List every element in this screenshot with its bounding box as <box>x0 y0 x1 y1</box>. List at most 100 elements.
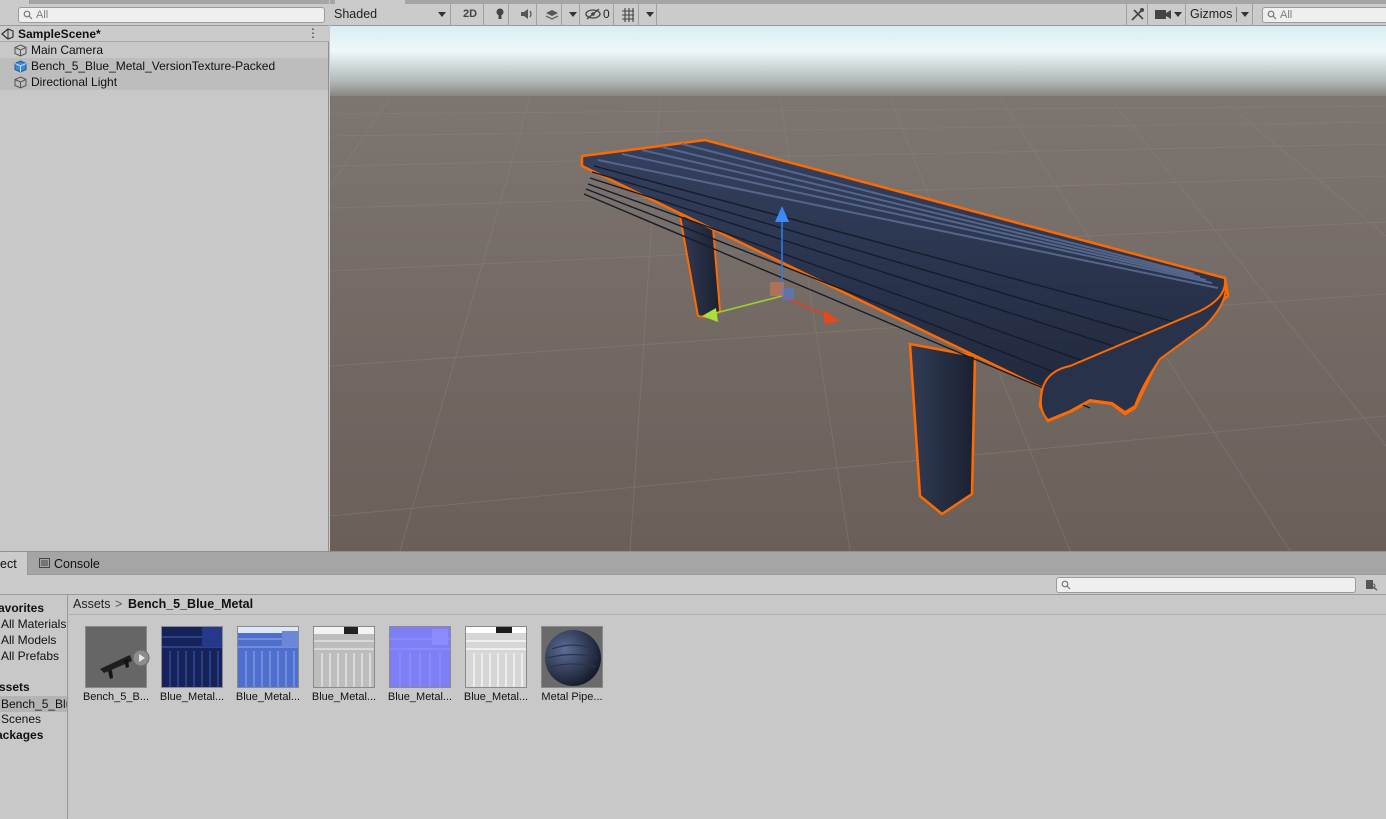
ground-plane <box>330 96 1386 551</box>
asset-tile-texture[interactable]: Blue_Metal... <box>154 626 230 708</box>
tree-favorites-header[interactable]: avorites <box>0 601 44 615</box>
project-panel: ect Console avorites All Materials All M… <box>0 551 1386 819</box>
camera-icon <box>1155 10 1171 19</box>
asset-tile-model[interactable]: Bench_5_B... <box>78 626 154 708</box>
search-placeholder: All <box>36 9 49 21</box>
speaker-icon <box>521 9 532 19</box>
tab-project[interactable]: ect <box>0 552 28 575</box>
tree-folder-scenes[interactable]: Scenes <box>1 712 41 726</box>
search-icon <box>23 10 33 20</box>
scene-effects-toggle[interactable] <box>542 4 562 25</box>
asset-name: Metal Pipe... <box>541 691 603 703</box>
asset-tile-material[interactable]: Metal Pipe... <box>534 626 610 708</box>
tree-all-models[interactable]: All Models <box>1 633 56 647</box>
scene-viewport[interactable] <box>330 26 1386 551</box>
search-icon <box>1267 10 1277 20</box>
tab-console[interactable]: Console <box>28 552 108 575</box>
shading-mode-label: Shaded <box>334 7 378 21</box>
scene-search-input[interactable]: All <box>1262 7 1386 23</box>
hierarchy-search-input[interactable]: All <box>18 7 325 23</box>
prefab-cube-icon <box>14 60 27 73</box>
project-folder-tree: avorites All Materials All Models All Pr… <box>0 595 68 819</box>
asset-name: Blue_Metal... <box>159 691 225 703</box>
more-options-icon[interactable]: ⋮ <box>307 27 319 40</box>
breadcrumb-current-folder[interactable]: Bench_5_Blue_Metal <box>128 597 253 611</box>
hierarchy-item-bench[interactable]: Bench_5_Blue_Metal_VersionTexture-Packed <box>0 58 328 74</box>
shading-mode-dropdown[interactable]: Shaded <box>330 4 451 25</box>
hidden-objects-count: 0 <box>603 7 610 21</box>
gizmos-dropdown[interactable]: Gizmos <box>1186 4 1253 25</box>
chevron-down-icon <box>646 12 654 17</box>
tools-icon <box>1131 8 1144 21</box>
tree-folder-label: Bench_5_Blue_Metal <box>1 697 67 711</box>
tab-project-label: ect <box>0 557 17 571</box>
scene-view-panel: Shaded 2D 0 Gizmos All <box>330 0 1386 551</box>
toggle-2d-button[interactable]: 2D <box>458 4 484 25</box>
gameobject-cube-icon <box>14 76 27 89</box>
hierarchy-panel: All SampleScene* ⋮ Main Camera Bench_5_B… <box>0 0 329 551</box>
lightbulb-icon <box>496 8 504 19</box>
hierarchy-item-directional-light[interactable]: Directional Light <box>0 74 328 90</box>
scene-toolbar: Shaded 2D 0 Gizmos All <box>330 4 1386 26</box>
breadcrumb-assets[interactable]: Assets <box>73 597 111 611</box>
breadcrumb: Assets > Bench_5_Blue_Metal <box>69 595 1386 615</box>
asset-name: Blue_Metal... <box>387 691 453 703</box>
texture-thumbnail <box>313 626 375 688</box>
chevron-down-icon <box>569 12 577 17</box>
scene-header-row[interactable]: SampleScene* ⋮ <box>0 26 329 42</box>
sky <box>330 26 1386 98</box>
effects-dropdown[interactable] <box>566 4 580 25</box>
bottom-tab-bar: ect Console <box>0 552 1386 575</box>
tree-all-prefabs[interactable]: All Prefabs <box>1 649 59 663</box>
scene-tools-button[interactable] <box>1126 4 1148 25</box>
project-asset-grid: Assets > Bench_5_Blue_Metal Bench_5_B...… <box>69 595 1386 819</box>
asset-name: Blue_Metal... <box>311 691 377 703</box>
filter-by-type-icon <box>1366 580 1378 591</box>
search-icon <box>1061 580 1071 590</box>
asset-tile-texture[interactable]: Blue_Metal... <box>306 626 382 708</box>
material-thumbnail <box>541 626 603 688</box>
breadcrumb-separator: > <box>115 597 123 611</box>
search-by-type-button[interactable] <box>1362 577 1380 593</box>
chevron-down-icon <box>1241 12 1249 17</box>
chevron-down-icon <box>438 12 446 17</box>
grid-toggle-button[interactable] <box>617 4 639 25</box>
grid-dropdown[interactable] <box>643 4 657 25</box>
gameobject-cube-icon <box>14 44 27 57</box>
eye-slash-icon <box>585 8 601 20</box>
project-toolbar <box>0 575 1386 595</box>
texture-thumbnail <box>389 626 451 688</box>
hierarchy-item-label: Main Camera <box>31 43 104 57</box>
tree-folder-bench[interactable]: Bench_5_Blue_Metal <box>0 696 67 712</box>
asset-name: Blue_Metal... <box>235 691 301 703</box>
asset-tile-texture[interactable]: Blue_Metal... <box>230 626 306 708</box>
gizmos-label: Gizmos <box>1190 7 1233 21</box>
divider <box>1236 7 1237 22</box>
hierarchy-toolbar: All <box>0 4 329 26</box>
search-placeholder: All <box>1280 9 1293 21</box>
tree-all-materials[interactable]: All Materials <box>1 617 66 631</box>
play-expand-icon[interactable] <box>132 649 150 667</box>
asset-tile-texture[interactable]: Blue_Metal... <box>458 626 534 708</box>
layers-icon <box>545 10 559 20</box>
tree-packages-header[interactable]: ackages <box>0 728 43 742</box>
toggle-2d-label: 2D <box>463 8 478 20</box>
hierarchy-item-label: Directional Light <box>31 75 118 89</box>
asset-tile-texture[interactable]: Blue_Metal... <box>382 626 458 708</box>
scene-lighting-toggle[interactable] <box>490 4 509 25</box>
scene-camera-dropdown[interactable] <box>1152 4 1186 25</box>
grid-icon <box>622 8 634 22</box>
texture-thumbnail <box>161 626 223 688</box>
scene-audio-toggle[interactable] <box>517 4 537 25</box>
scene-render[interactable] <box>330 26 1386 551</box>
tree-assets-header[interactable]: ssets <box>0 680 30 694</box>
asset-name: Bench_5_B... <box>82 691 150 703</box>
texture-thumbnail <box>237 626 299 688</box>
unity-scene-icon <box>1 28 14 40</box>
project-search-input[interactable] <box>1056 577 1356 593</box>
tab-console-label: Console <box>54 557 100 571</box>
hierarchy-item-main-camera[interactable]: Main Camera <box>0 42 328 58</box>
scene-visibility-toggle[interactable]: 0 <box>584 4 614 25</box>
texture-thumbnail <box>465 626 527 688</box>
hierarchy-item-label: Bench_5_Blue_Metal_VersionTexture-Packed <box>31 59 276 73</box>
